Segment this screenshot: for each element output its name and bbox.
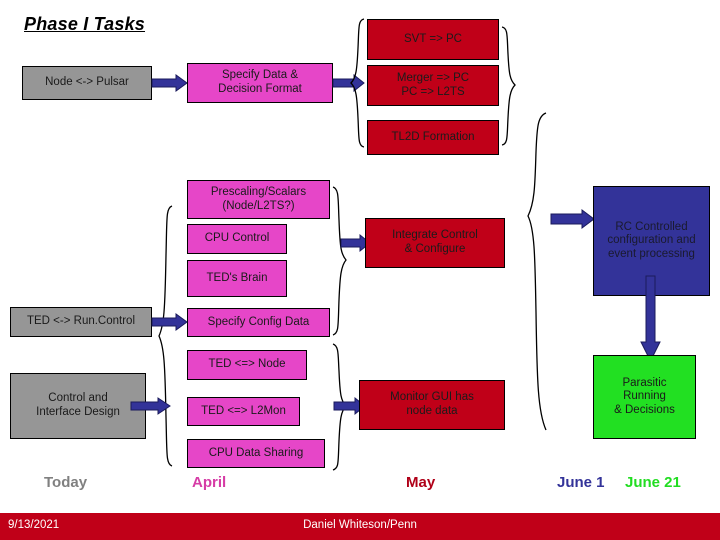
box-teds-brain[interactable]: TED's Brain xyxy=(187,260,287,297)
box-specify-config-data[interactable]: Specify Config Data xyxy=(187,308,330,337)
box-svt-pc[interactable]: SVT => PC xyxy=(367,19,499,60)
timeline-label-june21: June 21 xyxy=(625,474,681,491)
box-cpu-control[interactable]: CPU Control xyxy=(187,224,287,254)
box-integrate-control[interactable]: Integrate Control & Configure xyxy=(365,218,505,268)
timeline-label-april: April xyxy=(192,474,227,491)
brace-middle-upper-close xyxy=(331,186,347,336)
box-ted-runcontrol[interactable]: TED <-> Run.Control xyxy=(10,307,152,337)
box-ted-l2mon[interactable]: TED <=> L2Mon xyxy=(187,397,300,426)
brace-right-long xyxy=(526,112,548,432)
arrow-runcontrol-to-config xyxy=(151,313,188,331)
footer-bar: 9/13/2021 Daniel Whiteson/Penn xyxy=(0,513,720,540)
box-monitor-gui[interactable]: Monitor GUI has node data xyxy=(359,380,505,430)
arrow-to-rc-controlled xyxy=(550,209,595,229)
brace-group1-close xyxy=(500,26,516,146)
arrow-node-to-specify xyxy=(151,74,188,92)
box-ted-node[interactable]: TED <=> Node xyxy=(187,350,307,380)
slide-canvas: Phase I Tasks Node <-> Pulsar Specify Da… xyxy=(0,0,720,540)
box-parasitic-running[interactable]: Parasitic Running & Decisions xyxy=(593,355,696,439)
arrow-rc-to-parasitic xyxy=(640,275,661,363)
brace-group1-open xyxy=(350,18,366,148)
box-cpu-data-sharing[interactable]: CPU Data Sharing xyxy=(187,439,325,468)
box-tl2d-formation[interactable]: TL2D Formation xyxy=(367,120,499,155)
timeline-label-june1: June 1 xyxy=(557,474,605,491)
box-node-pulsar[interactable]: Node <-> Pulsar xyxy=(22,66,152,100)
page-title: Phase I Tasks xyxy=(24,14,146,34)
arrow-control-to-middle xyxy=(130,397,171,415)
box-prescaling-scalars[interactable]: Prescaling/Scalars (Node/L2TS?) xyxy=(187,180,330,219)
box-control-interface-design[interactable]: Control and Interface Design xyxy=(10,373,146,439)
box-specify-data[interactable]: Specify Data & Decision Format xyxy=(187,63,333,103)
brace-middle-left xyxy=(158,205,174,468)
timeline-label-today: Today xyxy=(44,474,88,491)
box-merger-pc[interactable]: Merger => PC PC => L2TS xyxy=(367,65,499,106)
footer-author: Daniel Whiteson/Penn xyxy=(303,519,417,531)
timeline-label-may: May xyxy=(406,474,436,491)
